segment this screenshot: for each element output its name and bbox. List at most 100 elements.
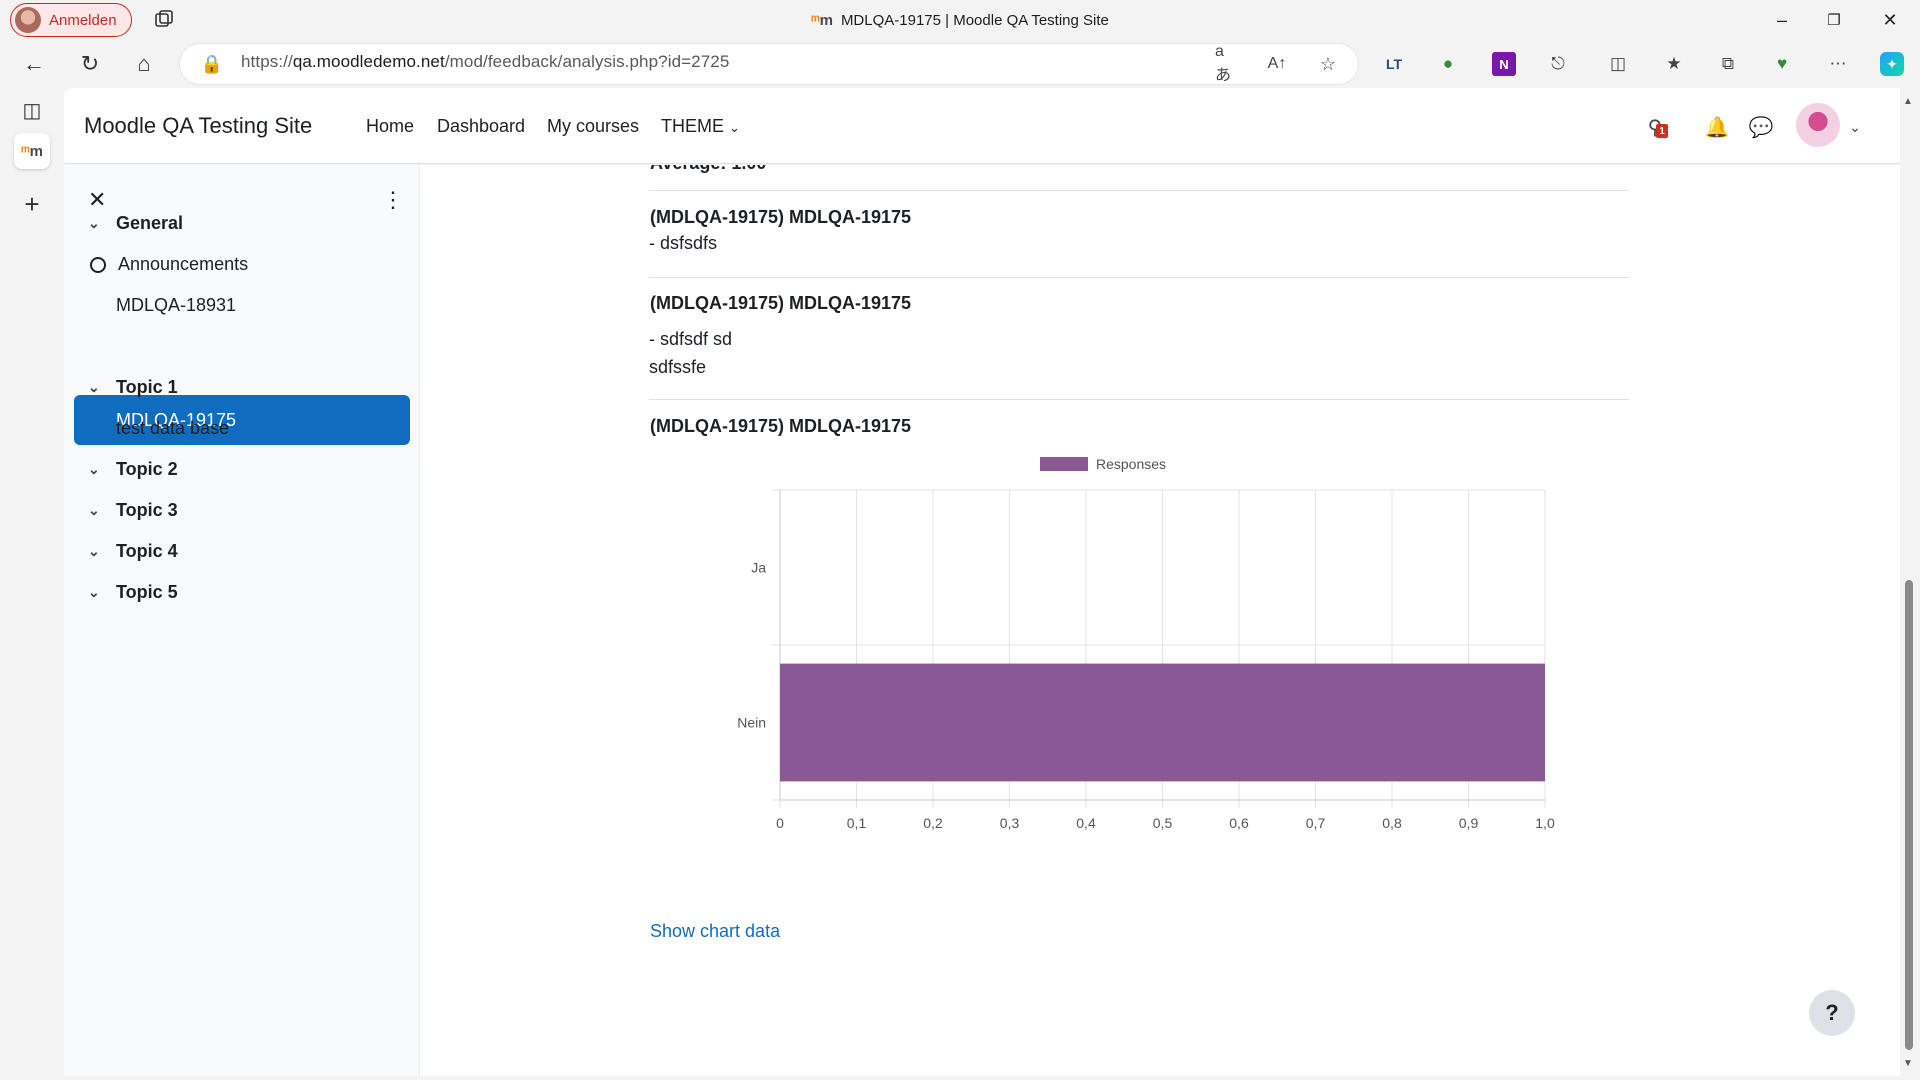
entry-text: - dsfsdfs (649, 233, 718, 253)
puzzle-icon[interactable]: ⎋ (1546, 52, 1570, 76)
languagetool-extension-icon[interactable]: LT (1382, 52, 1406, 76)
copilot-icon[interactable]: ✦ (1880, 52, 1904, 76)
user-menu-chevron-icon[interactable]: ⌄ (1842, 114, 1868, 140)
window-title-text: MDLQA-19175 | Moodle QA Testing Site (840, 11, 1109, 29)
section-label: Topic 1 (116, 377, 178, 397)
chevron-down-icon: ⌄ (88, 502, 100, 518)
section-general[interactable]: ⌄ General (88, 213, 183, 234)
responses-chart: Responses 0 0,1 0,2 0,3 0,4 0,5 0,6 0,7 0,8 0,9 1,0… (737, 456, 1555, 831)
section-topic-4[interactable]: ⌄ Topic 4 (88, 541, 178, 562)
collections-icon[interactable]: ⧉ (1716, 52, 1740, 76)
scroll-up-icon[interactable]: ▲ (1903, 96, 1913, 107)
chevron-down-icon: ⌄ (88, 543, 100, 559)
course-index-drawer: ✕ ⋮ ⌄ General Announcements MDLQA-18931 M… (64, 165, 420, 1076)
translate-icon[interactable]: aあ (1215, 43, 1239, 84)
section-label: Topic 5 (116, 582, 178, 602)
entry-text: - sdfsdf sd (649, 329, 733, 349)
completion-circle-icon (90, 256, 106, 273)
moodle-navbar: Moodle QA Testing Site Home Dashboard My… (64, 88, 1900, 164)
activity-label: Announcements (118, 254, 249, 274)
favorites-icon[interactable]: ★ (1662, 52, 1686, 76)
x-tick-label: 0,3 (1000, 815, 1020, 831)
nav-dashboard[interactable]: Dashboard (437, 116, 525, 137)
section-label: Topic 4 (116, 541, 178, 561)
divider (649, 190, 1629, 191)
y-category-label: Ja (751, 560, 766, 576)
entry-heading: (MDLQA-19175) MDLQA-19175 (650, 207, 912, 227)
split-screen-icon[interactable]: ◫ (1606, 52, 1630, 76)
more-icon[interactable]: ⋯ (1826, 52, 1850, 76)
section-topic-1[interactable]: ⌄ Topic 1 (88, 377, 178, 398)
notification-badge: 1 (1656, 124, 1668, 138)
activity-test-data-base[interactable]: test data base (116, 418, 229, 439)
x-tick-label: 0,1 (847, 815, 867, 831)
bar (780, 663, 1545, 782)
scroll-down-icon[interactable]: ▼ (1903, 1058, 1913, 1069)
drawer-more-icon[interactable]: ⋮ (382, 187, 404, 213)
x-tick-label: 0,9 (1459, 815, 1479, 831)
chevron-down-icon: ⌄ (88, 461, 100, 477)
section-label: Topic 3 (116, 500, 178, 520)
moodle-tab[interactable]: ᵐm (14, 133, 50, 169)
close-icon[interactable]: ✕ (88, 187, 106, 213)
show-chart-data-link[interactable]: Show chart data (650, 921, 780, 942)
read-aloud-icon[interactable]: A↑ (1265, 52, 1289, 76)
section-label: Topic 2 (116, 459, 178, 479)
leaf-extension-icon[interactable]: ● (1436, 52, 1460, 76)
chevron-down-icon: ⌄ (88, 379, 100, 395)
x-tick-label: 0,4 (1076, 815, 1096, 831)
chevron-down-icon: ⌄ (729, 120, 740, 135)
main-content: Average: 1.00 (MDLQA-19175) MDLQA-19175 … (420, 165, 1900, 1076)
bell-icon[interactable]: 🔔 (1704, 114, 1730, 140)
new-tab-icon[interactable]: + (14, 186, 50, 222)
moodle-tab-favicon-icon: ᵐm (21, 142, 43, 160)
url-prefix: https:// (241, 52, 293, 71)
lock-icon[interactable]: 🔒 (200, 52, 224, 76)
entry-heading: (MDLQA-19175) MDLQA-19175 (650, 416, 912, 436)
help-button[interactable]: ? (1809, 990, 1855, 1036)
moodle-favicon-icon: ᵐm (811, 11, 833, 29)
chevron-down-icon: ⌄ (88, 215, 100, 231)
heart-pulse-icon[interactable]: ♥ (1770, 52, 1794, 76)
vertical-tab-strip (0, 88, 64, 1080)
nav-home[interactable]: Home (366, 116, 414, 137)
url-text[interactable]: https://qa.moodledemo.net/mod/feedback/a… (241, 52, 729, 72)
x-tick-label: 0,6 (1229, 815, 1249, 831)
divider (649, 277, 1629, 278)
chevron-down-icon: ⌄ (88, 584, 100, 600)
avatar[interactable] (1796, 103, 1840, 147)
x-tick-label: 1,0 (1535, 815, 1555, 831)
x-tick-label: 0,5 (1153, 815, 1173, 831)
entry-heading: (MDLQA-19175) MDLQA-19175 (650, 293, 912, 313)
nav-theme-label: THEME (661, 116, 724, 136)
divider (649, 399, 1629, 400)
activity-mdlqa-18931[interactable]: MDLQA-18931 (116, 295, 236, 316)
restore-icon[interactable]: ❐ (1820, 6, 1848, 34)
section-topic-2[interactable]: ⌄ Topic 2 (88, 459, 178, 480)
scrollbar-thumb[interactable] (1905, 580, 1913, 1050)
x-tick-label: 0,2 (923, 815, 943, 831)
activity-announcements[interactable]: Announcements (88, 254, 248, 275)
legend-swatch (1040, 457, 1088, 471)
close-window-icon[interactable]: ✕ (1876, 6, 1904, 34)
site-name[interactable]: Moodle QA Testing Site (84, 113, 312, 139)
nav-theme[interactable]: THEME ⌄ (661, 116, 740, 137)
refresh-icon[interactable]: ↻ (74, 48, 106, 80)
back-arrow-icon[interactable]: ← (18, 48, 50, 80)
sidebar-toggle-icon[interactable]: ◫ (14, 92, 50, 128)
minimize-icon[interactable]: – (1768, 6, 1796, 34)
chat-icon[interactable]: 💬 (1748, 114, 1774, 140)
entry-text: sdfssfe (649, 357, 707, 377)
x-tick-label: 0,7 (1306, 815, 1326, 831)
nav-my-courses[interactable]: My courses (547, 116, 639, 137)
url-path: /mod/feedback/analysis.php?id=2725 (444, 52, 730, 71)
onenote-extension-icon[interactable]: N (1492, 52, 1516, 76)
section-topic-5[interactable]: ⌄ Topic 5 (88, 582, 178, 603)
star-icon[interactable]: ☆ (1316, 52, 1340, 76)
home-icon[interactable]: ⌂ (128, 48, 160, 80)
x-tick-label: 0,8 (1382, 815, 1402, 831)
url-host: qa.moodledemo.net (292, 52, 445, 71)
section-topic-3[interactable]: ⌄ Topic 3 (88, 500, 178, 521)
x-tick-label: 0 (776, 815, 784, 831)
average-heading: Average: 1.00 (650, 165, 766, 174)
